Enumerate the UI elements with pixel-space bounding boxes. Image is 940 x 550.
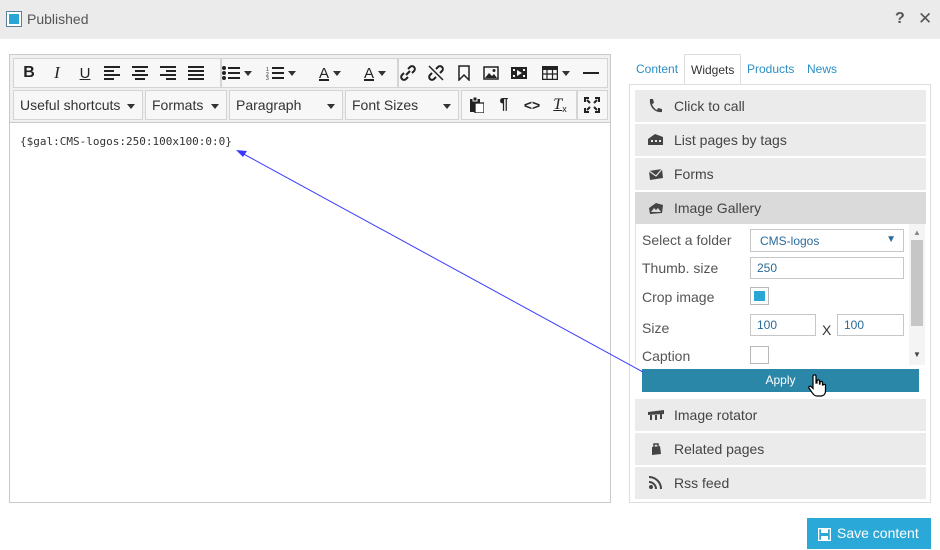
rich-text-editor: B I U 123 A A Useful shortcuts Formats P…	[9, 54, 611, 503]
widget-label: Rss feed	[674, 475, 730, 491]
widget-label: List pages by tags	[674, 132, 787, 148]
folder-label: Select a folder	[642, 232, 732, 248]
editor-toolbar: B I U 123 A A Useful shortcuts Formats P…	[10, 55, 610, 123]
tab-products[interactable]: Products	[747, 54, 794, 85]
tab-content[interactable]: Content	[636, 54, 678, 85]
tags-icon	[648, 134, 663, 145]
paragraph-mark-icon[interactable]: ¶	[493, 91, 515, 119]
widget-label: Forms	[674, 166, 714, 182]
unlink-icon[interactable]	[425, 59, 447, 87]
folder-select[interactable]: CMS-logos ▼	[750, 229, 904, 252]
related-pages-icon	[652, 443, 661, 455]
phone-icon	[649, 99, 662, 113]
background-color-icon[interactable]: A	[355, 59, 395, 87]
thumb-size-label: Thumb. size	[642, 260, 719, 276]
svg-text:3: 3	[266, 76, 269, 80]
widget-label: Image Gallery	[674, 200, 762, 216]
published-checkbox[interactable]	[6, 11, 22, 27]
widget-click-to-call[interactable]: Click to call	[635, 90, 926, 122]
paragraph-dropdown-label: Paragraph	[236, 97, 302, 113]
table-icon[interactable]	[537, 59, 575, 87]
widget-related-pages[interactable]: Related pages	[635, 433, 926, 465]
bold-icon[interactable]: B	[18, 59, 40, 87]
rss-icon	[648, 476, 662, 490]
align-justify-icon[interactable]	[185, 59, 207, 87]
text-color-icon[interactable]: A	[310, 59, 350, 87]
caption-checkbox[interactable]	[750, 346, 769, 364]
align-left-icon[interactable]	[101, 59, 123, 87]
formats-dropdown[interactable]: Formats	[145, 90, 227, 120]
chevron-down-icon: ▼	[886, 234, 896, 245]
bullet-list-icon[interactable]	[218, 59, 256, 87]
apply-button[interactable]: Apply	[642, 369, 919, 392]
code-icon[interactable]: <>	[521, 91, 543, 119]
scroll-up-icon[interactable]: ▲	[913, 228, 921, 237]
widget-image-gallery[interactable]: Image Gallery	[635, 192, 926, 224]
underline-icon[interactable]: U	[74, 59, 96, 87]
widget-list-pages-by-tags[interactable]: List pages by tags	[635, 124, 926, 156]
help-icon[interactable]: ?	[895, 10, 905, 28]
widget-image-rotator[interactable]: Image rotator	[635, 399, 926, 431]
paragraph-dropdown[interactable]: Paragraph	[229, 90, 343, 120]
formats-dropdown-label: Formats	[152, 97, 204, 113]
media-icon[interactable]	[508, 59, 530, 87]
widgets-panel: Click to call List pages by tags Forms I…	[629, 84, 931, 503]
save-icon	[818, 528, 831, 541]
tab-widgets[interactable]: Widgets	[684, 54, 742, 85]
paste-icon[interactable]	[466, 91, 488, 119]
widget-rss-feed[interactable]: Rss feed	[635, 467, 926, 499]
font-sizes-dropdown-label: Font Sizes	[352, 97, 419, 113]
editor-content[interactable]: {$gal:CMS-logos:250:100x100:0:0}	[20, 135, 232, 148]
save-content-label: Save content	[837, 525, 919, 541]
align-center-icon[interactable]	[129, 59, 151, 87]
close-icon[interactable]: ✕	[918, 9, 932, 29]
scroll-down-icon[interactable]: ▼	[913, 350, 921, 359]
size-width-input[interactable]: 100	[750, 314, 816, 336]
rotator-icon	[648, 410, 664, 420]
size-separator: X	[822, 322, 832, 338]
image-icon[interactable]	[480, 59, 502, 87]
save-content-button[interactable]: Save content	[807, 518, 931, 549]
numbered-list-icon[interactable]: 123	[262, 59, 300, 87]
widget-label: Related pages	[674, 441, 765, 457]
italic-icon[interactable]: I	[46, 59, 68, 87]
form-scrollbar[interactable]: ▲ ▼	[909, 224, 925, 365]
gallery-icon	[649, 203, 663, 214]
title-bar: Published ? ✕	[0, 0, 940, 39]
caption-label: Caption	[642, 348, 691, 364]
folder-select-value: CMS-logos	[760, 234, 820, 248]
clear-format-icon[interactable]: Tx	[548, 91, 572, 119]
image-gallery-form: Select a folder CMS-logos ▼ Thumb. size …	[635, 224, 926, 365]
widget-label: Image rotator	[674, 407, 758, 423]
link-icon[interactable]	[397, 59, 419, 87]
widget-label: Click to call	[674, 98, 745, 114]
shortcuts-dropdown-label: Useful shortcuts	[20, 97, 121, 113]
scrollbar-thumb[interactable]	[911, 240, 923, 326]
envelope-icon	[648, 168, 663, 180]
tab-news[interactable]: News	[807, 54, 837, 85]
font-sizes-dropdown[interactable]: Font Sizes	[345, 90, 459, 120]
published-label: Published	[27, 11, 89, 27]
size-label: Size	[642, 320, 670, 336]
crop-image-checkbox[interactable]	[750, 287, 769, 305]
size-height-input[interactable]: 100	[837, 314, 904, 336]
crop-image-label: Crop image	[642, 289, 715, 305]
horizontal-rule-icon[interactable]	[580, 59, 602, 87]
fullscreen-icon[interactable]	[581, 91, 603, 119]
shortcuts-dropdown[interactable]: Useful shortcuts	[13, 90, 143, 120]
bookmark-icon[interactable]	[453, 59, 475, 87]
widget-forms[interactable]: Forms	[635, 158, 926, 190]
hand-cursor-icon	[808, 374, 827, 397]
thumb-size-input[interactable]: 250	[750, 257, 904, 279]
align-right-icon[interactable]	[157, 59, 179, 87]
